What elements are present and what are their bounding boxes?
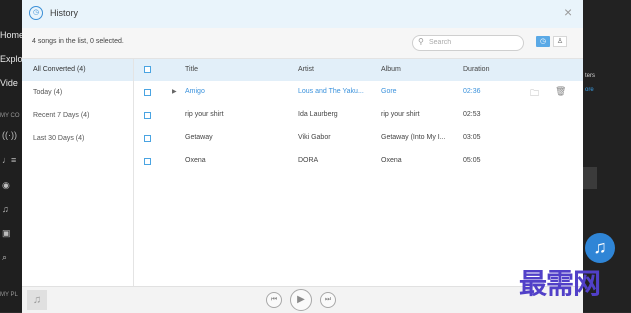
filter-sidebar: All Converted (4) Today (4) Recent 7 Day… bbox=[22, 59, 134, 286]
nav-section-collection: MY CO bbox=[0, 113, 20, 119]
search-box[interactable]: ⚲ bbox=[412, 35, 524, 51]
row-album: Gore bbox=[381, 88, 397, 95]
dialog-toolbar: 4 songs in the list, 0 selected. ⚲ ◷ ♙ bbox=[22, 28, 583, 59]
music-note-icon[interactable]: ♫ bbox=[2, 204, 9, 214]
row-duration: 02:36 bbox=[463, 88, 481, 95]
selection-count: 4 songs in the list, 0 selected. bbox=[32, 38, 124, 45]
column-album[interactable]: Album bbox=[381, 66, 401, 73]
table-row[interactable]: Oxena DORA Oxena 05:05 bbox=[134, 150, 583, 173]
search-icon: ⚲ bbox=[418, 37, 424, 46]
nav-explore[interactable]: Explo bbox=[0, 54, 22, 64]
dialog-title: History bbox=[50, 8, 79, 18]
column-duration[interactable]: Duration bbox=[463, 66, 489, 73]
history-view-button[interactable]: ◷ bbox=[536, 36, 550, 47]
table-row[interactable]: rip your shirt Ida Laurberg rip your shi… bbox=[134, 104, 583, 127]
watermark-logo: 最需网 bbox=[519, 267, 601, 300]
row-checkbox[interactable] bbox=[144, 135, 151, 142]
mic-icon[interactable]: ⌕ bbox=[2, 252, 7, 263]
play-button[interactable]: ▶ bbox=[290, 289, 312, 311]
row-duration: 05:05 bbox=[463, 157, 481, 164]
disc-icon[interactable]: ◉ bbox=[2, 180, 10, 191]
row-title: rip your shirt bbox=[185, 111, 224, 118]
row-artist: Ida Laurberg bbox=[298, 111, 338, 118]
player-bar: ♫ ⏮ ▶ ⏭ bbox=[22, 286, 583, 313]
dialog-titlebar: ◷ History × bbox=[22, 0, 583, 28]
row-duration: 03:05 bbox=[463, 134, 481, 141]
row-artist: DORA bbox=[298, 157, 319, 164]
right-text-2[interactable]: ore bbox=[585, 87, 594, 93]
video-icon[interactable]: ▣ bbox=[2, 228, 11, 239]
filter-last-30-days[interactable]: Last 30 Days (4) bbox=[22, 128, 133, 150]
nav-section-playlists: MY PL bbox=[0, 292, 18, 298]
previous-button[interactable]: ⏮ bbox=[266, 292, 282, 308]
row-album: rip your shirt bbox=[381, 111, 420, 118]
history-icon: ◷ bbox=[29, 6, 43, 20]
open-folder-icon[interactable]: 🗀 bbox=[530, 86, 539, 102]
delete-icon[interactable]: 🗑 bbox=[555, 86, 566, 97]
nav-home[interactable]: Home bbox=[0, 30, 22, 40]
user-view-button[interactable]: ♙ bbox=[553, 36, 567, 47]
add-music-button[interactable]: ♫ bbox=[585, 233, 615, 263]
row-artist: Viki Gabor bbox=[298, 134, 331, 141]
column-title[interactable]: Title bbox=[185, 66, 198, 73]
row-checkbox[interactable] bbox=[144, 89, 151, 96]
nav-videos[interactable]: Vide bbox=[0, 78, 18, 88]
playlist-icon[interactable]: ♩≡ bbox=[2, 155, 16, 165]
right-text-1: ters bbox=[585, 73, 596, 79]
row-title: Amigo bbox=[185, 88, 205, 95]
row-album: Getaway (Into My I... bbox=[381, 134, 446, 141]
row-title: Oxena bbox=[185, 157, 206, 164]
close-button[interactable]: × bbox=[564, 4, 572, 20]
search-input[interactable] bbox=[429, 37, 517, 48]
expand-arrow-icon[interactable]: ▶ bbox=[172, 88, 177, 95]
album-art-placeholder-icon: ♫ bbox=[27, 290, 47, 310]
select-all-checkbox[interactable] bbox=[144, 66, 151, 73]
row-duration: 02:53 bbox=[463, 111, 481, 118]
row-checkbox[interactable] bbox=[144, 158, 151, 165]
filter-all-converted[interactable]: All Converted (4) bbox=[22, 59, 133, 81]
row-album: Oxena bbox=[381, 157, 402, 164]
radio-icon[interactable]: ((·)) bbox=[2, 130, 17, 140]
row-checkbox[interactable] bbox=[144, 112, 151, 119]
table-header: Title Artist Album Duration bbox=[134, 59, 583, 81]
column-artist[interactable]: Artist bbox=[298, 66, 314, 73]
row-artist: Lous and The Yaku... bbox=[298, 88, 364, 95]
table-row[interactable]: Getaway Viki Gabor Getaway (Into My I...… bbox=[134, 127, 583, 150]
background-nav: Home Explo Vide MY CO ((·)) ♩≡ ◉ ♫ ▣ ⌕ M… bbox=[0, 0, 22, 312]
history-dialog: ◷ History × 4 songs in the list, 0 selec… bbox=[22, 0, 583, 313]
right-panel-block bbox=[583, 167, 597, 189]
row-title: Getaway bbox=[185, 134, 213, 141]
next-button[interactable]: ⏭ bbox=[320, 292, 336, 308]
filter-today[interactable]: Today (4) bbox=[22, 82, 133, 104]
filter-recent-7-days[interactable]: Recent 7 Days (4) bbox=[22, 105, 133, 127]
table-row[interactable]: ▶ Amigo Lous and The Yaku... Gore 02:36 … bbox=[134, 81, 583, 104]
